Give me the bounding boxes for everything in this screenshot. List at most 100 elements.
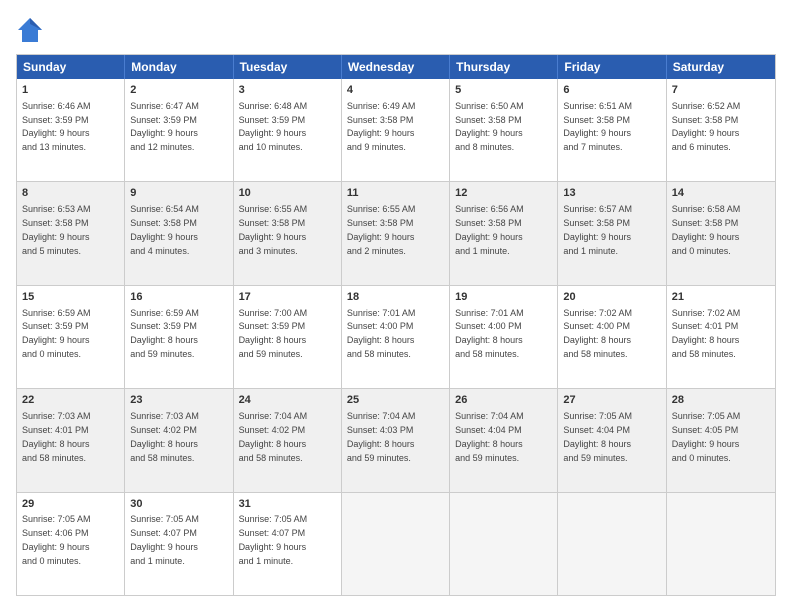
calendar-row-4: 22 Sunrise: 7:03 AM Sunset: 4:01 PM Dayli… (17, 388, 775, 491)
day-number: 30 (130, 497, 227, 512)
day-number: 15 (22, 290, 119, 305)
day-number: 20 (563, 290, 660, 305)
calendar-cell: 29 Sunrise: 7:05 AM Sunset: 4:06 PM Dayli… (17, 493, 125, 595)
calendar-cell (667, 493, 775, 595)
cell-info: Sunrise: 6:46 AM Sunset: 3:59 PM Dayligh… (22, 101, 91, 152)
day-number: 29 (22, 497, 119, 512)
cell-info: Sunrise: 7:01 AM Sunset: 4:00 PM Dayligh… (455, 308, 524, 359)
cell-info: Sunrise: 6:59 AM Sunset: 3:59 PM Dayligh… (22, 308, 91, 359)
calendar-cell (558, 493, 666, 595)
calendar-cell: 25 Sunrise: 7:04 AM Sunset: 4:03 PM Dayli… (342, 389, 450, 491)
cell-info: Sunrise: 6:47 AM Sunset: 3:59 PM Dayligh… (130, 101, 199, 152)
calendar-cell: 1 Sunrise: 6:46 AM Sunset: 3:59 PM Daylig… (17, 79, 125, 181)
day-number: 17 (239, 290, 336, 305)
day-number: 7 (672, 83, 770, 98)
day-number: 24 (239, 393, 336, 408)
day-number: 14 (672, 186, 770, 201)
calendar-cell: 2 Sunrise: 6:47 AM Sunset: 3:59 PM Daylig… (125, 79, 233, 181)
calendar-row-5: 29 Sunrise: 7:05 AM Sunset: 4:06 PM Dayli… (17, 492, 775, 595)
day-number: 10 (239, 186, 336, 201)
cell-info: Sunrise: 6:48 AM Sunset: 3:59 PM Dayligh… (239, 101, 308, 152)
calendar-cell (450, 493, 558, 595)
cell-info: Sunrise: 7:04 AM Sunset: 4:02 PM Dayligh… (239, 411, 308, 462)
day-number: 27 (563, 393, 660, 408)
calendar-cell: 7 Sunrise: 6:52 AM Sunset: 3:58 PM Daylig… (667, 79, 775, 181)
calendar-cell: 16 Sunrise: 6:59 AM Sunset: 3:59 PM Dayli… (125, 286, 233, 388)
cell-info: Sunrise: 7:01 AM Sunset: 4:00 PM Dayligh… (347, 308, 416, 359)
calendar-cell: 11 Sunrise: 6:55 AM Sunset: 3:58 PM Dayli… (342, 182, 450, 284)
calendar-cell: 9 Sunrise: 6:54 AM Sunset: 3:58 PM Daylig… (125, 182, 233, 284)
cell-info: Sunrise: 6:49 AM Sunset: 3:58 PM Dayligh… (347, 101, 416, 152)
cell-info: Sunrise: 6:57 AM Sunset: 3:58 PM Dayligh… (563, 204, 632, 255)
calendar-cell: 30 Sunrise: 7:05 AM Sunset: 4:07 PM Dayli… (125, 493, 233, 595)
day-number: 18 (347, 290, 444, 305)
calendar-header: SundayMondayTuesdayWednesdayThursdayFrid… (17, 55, 775, 79)
cell-info: Sunrise: 7:03 AM Sunset: 4:01 PM Dayligh… (22, 411, 91, 462)
day-number: 19 (455, 290, 552, 305)
cell-info: Sunrise: 7:05 AM Sunset: 4:06 PM Dayligh… (22, 514, 91, 565)
cell-info: Sunrise: 6:52 AM Sunset: 3:58 PM Dayligh… (672, 101, 741, 152)
day-number: 28 (672, 393, 770, 408)
day-number: 1 (22, 83, 119, 98)
calendar-cell: 10 Sunrise: 6:55 AM Sunset: 3:58 PM Dayli… (234, 182, 342, 284)
calendar-cell: 23 Sunrise: 7:03 AM Sunset: 4:02 PM Dayli… (125, 389, 233, 491)
calendar-cell: 8 Sunrise: 6:53 AM Sunset: 3:58 PM Daylig… (17, 182, 125, 284)
calendar-row-2: 8 Sunrise: 6:53 AM Sunset: 3:58 PM Daylig… (17, 181, 775, 284)
day-number: 5 (455, 83, 552, 98)
cell-info: Sunrise: 6:55 AM Sunset: 3:58 PM Dayligh… (347, 204, 416, 255)
calendar-cell: 6 Sunrise: 6:51 AM Sunset: 3:58 PM Daylig… (558, 79, 666, 181)
day-number: 12 (455, 186, 552, 201)
calendar-cell: 22 Sunrise: 7:03 AM Sunset: 4:01 PM Dayli… (17, 389, 125, 491)
day-number: 2 (130, 83, 227, 98)
cell-info: Sunrise: 7:05 AM Sunset: 4:07 PM Dayligh… (239, 514, 308, 565)
calendar-cell: 19 Sunrise: 7:01 AM Sunset: 4:00 PM Dayli… (450, 286, 558, 388)
cell-info: Sunrise: 7:02 AM Sunset: 4:01 PM Dayligh… (672, 308, 741, 359)
day-number: 21 (672, 290, 770, 305)
header (16, 16, 776, 44)
cell-info: Sunrise: 7:03 AM Sunset: 4:02 PM Dayligh… (130, 411, 199, 462)
cell-info: Sunrise: 6:55 AM Sunset: 3:58 PM Dayligh… (239, 204, 308, 255)
calendar-cell: 3 Sunrise: 6:48 AM Sunset: 3:59 PM Daylig… (234, 79, 342, 181)
day-number: 8 (22, 186, 119, 201)
day-number: 9 (130, 186, 227, 201)
calendar-cell: 14Sunrise: 6:58 AM Sunset: 3:58 PM Dayli… (667, 182, 775, 284)
day-header-monday: Monday (125, 55, 233, 79)
logo-icon (16, 16, 44, 44)
day-header-thursday: Thursday (450, 55, 558, 79)
calendar-row-3: 15 Sunrise: 6:59 AM Sunset: 3:59 PM Dayli… (17, 285, 775, 388)
calendar-cell: 27 Sunrise: 7:05 AM Sunset: 4:04 PM Dayli… (558, 389, 666, 491)
cell-info: Sunrise: 6:56 AM Sunset: 3:58 PM Dayligh… (455, 204, 524, 255)
calendar-cell (342, 493, 450, 595)
calendar-cell: 26 Sunrise: 7:04 AM Sunset: 4:04 PM Dayli… (450, 389, 558, 491)
calendar-cell: 15 Sunrise: 6:59 AM Sunset: 3:59 PM Dayli… (17, 286, 125, 388)
cell-info: Sunrise: 7:05 AM Sunset: 4:04 PM Dayligh… (563, 411, 632, 462)
cell-info: Sunrise: 6:51 AM Sunset: 3:58 PM Dayligh… (563, 101, 632, 152)
day-number: 13 (563, 186, 660, 201)
day-header-saturday: Saturday (667, 55, 775, 79)
day-number: 23 (130, 393, 227, 408)
cell-info: Sunrise: 6:59 AM Sunset: 3:59 PM Dayligh… (130, 308, 199, 359)
calendar-cell: 20Sunrise: 7:02 AM Sunset: 4:00 PM Dayli… (558, 286, 666, 388)
calendar-cell: 31Sunrise: 7:05 AM Sunset: 4:07 PM Dayli… (234, 493, 342, 595)
day-header-friday: Friday (558, 55, 666, 79)
day-number: 6 (563, 83, 660, 98)
day-number: 22 (22, 393, 119, 408)
day-number: 4 (347, 83, 444, 98)
day-number: 16 (130, 290, 227, 305)
calendar-cell: 17 Sunrise: 7:00 AM Sunset: 3:59 PM Dayli… (234, 286, 342, 388)
cell-info: Sunrise: 6:53 AM Sunset: 3:58 PM Dayligh… (22, 204, 91, 255)
day-number: 11 (347, 186, 444, 201)
cell-info: Sunrise: 6:54 AM Sunset: 3:58 PM Dayligh… (130, 204, 199, 255)
calendar: SundayMondayTuesdayWednesdayThursdayFrid… (16, 54, 776, 596)
day-number: 3 (239, 83, 336, 98)
cell-info: Sunrise: 7:04 AM Sunset: 4:04 PM Dayligh… (455, 411, 524, 462)
day-number: 26 (455, 393, 552, 408)
cell-info: Sunrise: 7:05 AM Sunset: 4:07 PM Dayligh… (130, 514, 199, 565)
cell-info: Sunrise: 7:04 AM Sunset: 4:03 PM Dayligh… (347, 411, 416, 462)
calendar-cell: 13 Sunrise: 6:57 AM Sunset: 3:58 PM Dayli… (558, 182, 666, 284)
calendar-body: 1 Sunrise: 6:46 AM Sunset: 3:59 PM Daylig… (17, 79, 775, 595)
day-header-sunday: Sunday (17, 55, 125, 79)
day-number: 25 (347, 393, 444, 408)
cell-info: Sunrise: 7:00 AM Sunset: 3:59 PM Dayligh… (239, 308, 308, 359)
logo (16, 16, 48, 44)
